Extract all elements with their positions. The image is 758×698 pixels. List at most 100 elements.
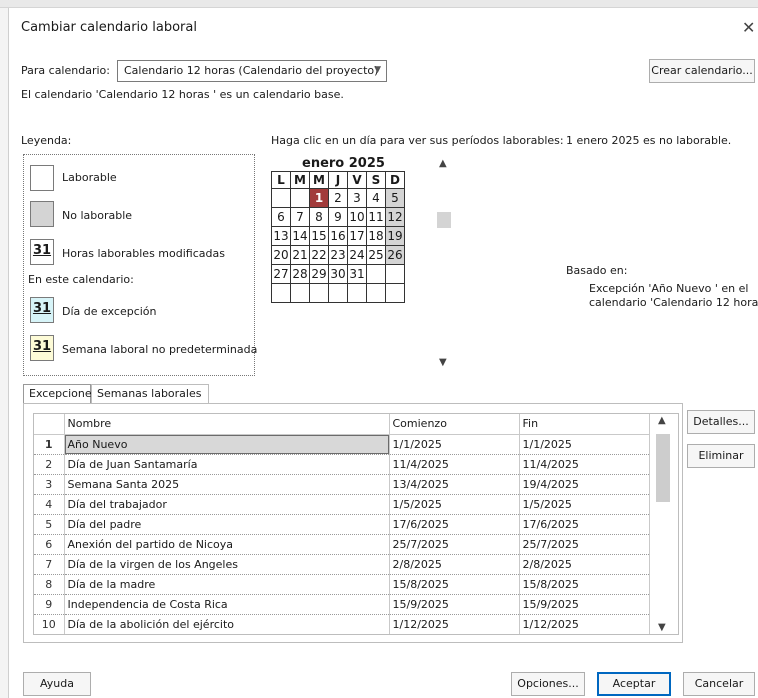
- calendar-day[interactable]: 3: [347, 188, 367, 208]
- calendar-day-nonworking[interactable]: 26: [385, 245, 405, 265]
- calendar-day[interactable]: 10: [347, 207, 367, 227]
- cell-name[interactable]: Día de la abolición del ejército: [64, 614, 390, 634]
- calendar-day[interactable]: 15: [309, 226, 329, 246]
- calendar-day[interactable]: [271, 188, 291, 208]
- calendar-day[interactable]: 8: [309, 207, 329, 227]
- calendar-scroll-thumb[interactable]: [437, 212, 451, 228]
- table-row[interactable]: 9 Independencia de Costa Rica 15/9/2025 …: [34, 594, 650, 615]
- calendar-day-nonworking[interactable]: 5: [385, 188, 405, 208]
- create-calendar-button[interactable]: Crear calendario...: [649, 59, 755, 83]
- cell-end[interactable]: 1/5/2025: [519, 494, 650, 515]
- calendar-day[interactable]: [271, 283, 291, 303]
- cell-start[interactable]: 17/6/2025: [389, 514, 520, 535]
- details-button[interactable]: Detalles...: [687, 410, 755, 434]
- cell-start[interactable]: 1/1/2025: [389, 434, 520, 455]
- calendar-day[interactable]: 23: [328, 245, 348, 265]
- cell-name[interactable]: Año Nuevo: [64, 434, 390, 455]
- calendar-day[interactable]: [366, 283, 386, 303]
- column-header-start[interactable]: Comienzo: [389, 414, 520, 435]
- table-row[interactable]: 8 Día de la madre 15/8/2025 15/8/2025: [34, 574, 650, 595]
- calendar-day[interactable]: 30: [328, 264, 348, 284]
- calendar-day[interactable]: 14: [290, 226, 310, 246]
- calendar-day[interactable]: 25: [366, 245, 386, 265]
- cell-end[interactable]: 2/8/2025: [519, 554, 650, 575]
- calendar-day-nonworking[interactable]: 19: [385, 226, 405, 246]
- calendar-day[interactable]: 11: [366, 207, 386, 227]
- chevron-down-icon[interactable]: ▼: [439, 357, 447, 368]
- table-row[interactable]: 2 Día de Juan Santamaría 11/4/2025 11/4/…: [34, 454, 650, 475]
- tab-exceptions[interactable]: Excepciones: [23, 384, 97, 404]
- calendar-day[interactable]: 28: [290, 264, 310, 284]
- cell-start[interactable]: 1/5/2025: [389, 494, 520, 515]
- calendar-day[interactable]: 2: [328, 188, 348, 208]
- table-row[interactable]: 5 Día del padre 17/6/2025 17/6/2025: [34, 514, 650, 535]
- calendar-day[interactable]: 18: [366, 226, 386, 246]
- cell-start[interactable]: 2/8/2025: [389, 554, 520, 575]
- cell-end[interactable]: 25/7/2025: [519, 534, 650, 555]
- options-button[interactable]: Opciones...: [511, 672, 585, 696]
- calendar-day[interactable]: [309, 283, 329, 303]
- help-button[interactable]: Ayuda: [23, 672, 91, 696]
- calendar-day[interactable]: 20: [271, 245, 291, 265]
- table-row[interactable]: 1 Año Nuevo 1/1/2025 1/1/2025: [34, 434, 650, 455]
- calendar-day[interactable]: 7: [290, 207, 310, 227]
- calendar-day[interactable]: [290, 283, 310, 303]
- calendar-day[interactable]: 27: [271, 264, 291, 284]
- calendar-day[interactable]: [385, 283, 405, 303]
- chevron-down-icon[interactable]: ▼: [658, 622, 666, 633]
- cell-start[interactable]: 15/9/2025: [389, 594, 520, 615]
- cancel-button[interactable]: Cancelar: [683, 672, 755, 696]
- cell-name[interactable]: Independencia de Costa Rica: [64, 594, 390, 615]
- cell-name[interactable]: Día del trabajador: [64, 494, 390, 515]
- calendar-day[interactable]: 22: [309, 245, 329, 265]
- calendar-day[interactable]: [347, 283, 367, 303]
- cell-name[interactable]: Día de la virgen de los Angeles: [64, 554, 390, 575]
- calendar-day[interactable]: 17: [347, 226, 367, 246]
- calendar-day[interactable]: 31: [347, 264, 367, 284]
- ok-button[interactable]: Aceptar: [597, 672, 671, 696]
- cell-name[interactable]: Día de Juan Santamaría: [64, 454, 390, 475]
- calendar-day-nonworking[interactable]: 12: [385, 207, 405, 227]
- table-row[interactable]: 7 Día de la virgen de los Angeles 2/8/20…: [34, 554, 650, 575]
- calendar-day[interactable]: [328, 283, 348, 303]
- cell-end[interactable]: 15/9/2025: [519, 594, 650, 615]
- cell-end[interactable]: 1/12/2025: [519, 614, 650, 634]
- cell-name[interactable]: Anexión del partido de Nicoya: [64, 534, 390, 555]
- calendar-select[interactable]: Calendario 12 horas (Calendario del proy…: [117, 60, 387, 82]
- calendar-day[interactable]: [366, 264, 386, 284]
- calendar-day[interactable]: 21: [290, 245, 310, 265]
- cell-name[interactable]: Semana Santa 2025: [64, 474, 390, 495]
- table-row[interactable]: 3 Semana Santa 2025 13/4/2025 19/4/2025: [34, 474, 650, 495]
- table-row[interactable]: 4 Día del trabajador 1/5/2025 1/5/2025: [34, 494, 650, 515]
- calendar-day[interactable]: 6: [271, 207, 291, 227]
- calendar-scrollbar[interactable]: ▲ ▼: [437, 158, 451, 368]
- column-header-name[interactable]: Nombre: [64, 414, 390, 435]
- cell-name[interactable]: Día de la madre: [64, 574, 390, 595]
- calendar-day[interactable]: 4: [366, 188, 386, 208]
- calendar-day[interactable]: 13: [271, 226, 291, 246]
- cell-start[interactable]: 15/8/2025: [389, 574, 520, 595]
- calendar-day[interactable]: 29: [309, 264, 329, 284]
- cell-start[interactable]: 25/7/2025: [389, 534, 520, 555]
- chevron-up-icon[interactable]: ▲: [658, 415, 666, 426]
- cell-end[interactable]: 15/8/2025: [519, 574, 650, 595]
- cell-start[interactable]: 13/4/2025: [389, 474, 520, 495]
- calendar-day-selected[interactable]: 1: [309, 188, 329, 208]
- grid-scrollbar[interactable]: ▲ ▼: [654, 413, 672, 635]
- cell-start[interactable]: 11/4/2025: [389, 454, 520, 475]
- cell-end[interactable]: 19/4/2025: [519, 474, 650, 495]
- cell-start[interactable]: 1/12/2025: [389, 614, 520, 634]
- cell-end[interactable]: 1/1/2025: [519, 434, 650, 455]
- tab-work-weeks[interactable]: Semanas laborales: [91, 384, 209, 404]
- calendar-day[interactable]: [290, 188, 310, 208]
- grid-scroll-thumb[interactable]: [656, 434, 670, 502]
- cell-end[interactable]: 17/6/2025: [519, 514, 650, 535]
- table-row[interactable]: 6 Anexión del partido de Nicoya 25/7/202…: [34, 534, 650, 555]
- table-row[interactable]: 10 Día de la abolición del ejército 1/12…: [34, 614, 650, 634]
- calendar-day[interactable]: 24: [347, 245, 367, 265]
- calendar-day[interactable]: [385, 264, 405, 284]
- cell-name[interactable]: Día del padre: [64, 514, 390, 535]
- calendar-day[interactable]: 16: [328, 226, 348, 246]
- column-header-end[interactable]: Fin: [519, 414, 650, 435]
- calendar-day[interactable]: 9: [328, 207, 348, 227]
